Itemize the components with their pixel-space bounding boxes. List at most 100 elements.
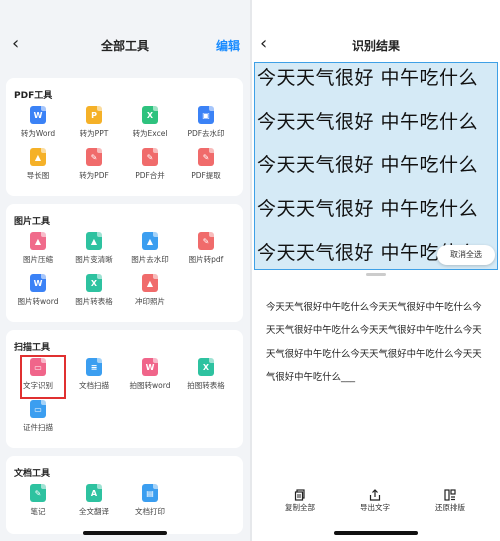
tool-doc-print[interactable]: ▤ 文档打印 [122, 484, 178, 517]
tool-label: 转为Excel [132, 129, 168, 138]
tool-word[interactable]: W 转为Word [10, 106, 66, 139]
tool-label: PDF去水印 [187, 129, 225, 138]
tool-label: 转为PPT [79, 129, 109, 138]
tool-label: 冲印照片 [135, 297, 165, 306]
tool-label: 全文翻译 [79, 507, 109, 516]
export-text-button[interactable]: 导出文字 [345, 486, 405, 513]
image-sharpen-icon: ▲ [86, 232, 102, 250]
tool-note[interactable]: ✎ 笔记 [10, 484, 66, 517]
tool-image-to-pdf[interactable]: ✎ 图片转pdf [178, 232, 234, 265]
translate-icon: A [86, 484, 102, 502]
doc-print-icon: ▤ [142, 484, 158, 502]
pdf-merge-icon: ✎ [142, 148, 158, 166]
tool-label: 图片压缩 [23, 255, 53, 264]
note-icon: ✎ [30, 484, 46, 502]
right-header: ‹ 识别结果 [252, 0, 500, 62]
tool-photo-to-table[interactable]: X 拍图转表格 [178, 358, 234, 391]
tool-label: 文档扫描 [79, 381, 109, 390]
tool-label: 图片转表格 [75, 297, 113, 306]
tool-image-to-table[interactable]: X 图片转表格 [66, 274, 122, 307]
tool-label: PDF合并 [135, 171, 165, 180]
section-doc-tools: 文档工具 ✎ 笔记 A 全文翻译 ▤ 文档打印 [6, 456, 243, 534]
tool-pdf[interactable]: ✎ 转为PDF [66, 148, 122, 181]
pdf-extract-icon: ✎ [198, 148, 214, 166]
ocr-line: 今天天气很好 中午吃什么 [257, 154, 479, 176]
doc-scan-icon: ≡ [86, 358, 102, 376]
tool-label: 证件扫描 [23, 423, 53, 432]
image-compress-icon: ▲ [30, 232, 46, 250]
tool-translate[interactable]: A 全文翻译 [66, 484, 122, 517]
word-icon: W [30, 106, 46, 124]
export-text-label: 导出文字 [360, 503, 390, 512]
tool-image-sharpen[interactable]: ▲ 图片变清晰 [66, 232, 122, 265]
section-image-tools: 图片工具 ▲ 图片压缩 ▲ 图片变清晰 ▲ 图片去水印 ✎ 图片转pdf W 图片转word X 图片… [6, 204, 243, 322]
photo-to-table-icon: X [198, 358, 214, 376]
scanned-image-preview[interactable]: 今天天气很好 中午吃什么 今天天气很好 中午吃什么 今天天气很好 中午吃什么 今… [254, 62, 498, 270]
tool-print-photo[interactable]: ▲ 冲印照片 [122, 274, 178, 307]
image-watermark-icon: ▲ [142, 232, 158, 250]
tool-watermark[interactable]: ▣ PDF去水印 [178, 106, 234, 139]
tool-label: 导长图 [26, 171, 50, 180]
ocr-line: 今天天气很好 中午吃什么 [257, 111, 479, 133]
tool-pdf-merge[interactable]: ✎ PDF合并 [122, 148, 178, 181]
copy-all-label: 复制全部 [285, 503, 315, 512]
pdf-icon: ✎ [86, 148, 102, 166]
copy-icon [294, 486, 306, 501]
watermark-icon: ▣ [198, 106, 214, 124]
recognized-text[interactable]: 今天天气很好中午吃什么今天天气很好中午吃什么今天天气很好中午吃什么今天天气很好中… [266, 296, 488, 389]
ppt-icon: P [86, 106, 102, 124]
text-recognition-highlight [20, 355, 66, 399]
restore-layout-label: 还原排版 [435, 503, 465, 512]
tool-label: 图片变清晰 [75, 255, 113, 264]
photo-to-word-icon: W [142, 358, 158, 376]
drag-handle[interactable] [366, 273, 386, 276]
ocr-line: 今天天气很好 中午吃什么 [257, 198, 479, 220]
section-title: 文档工具 [14, 469, 51, 479]
tool-label: 笔记 [30, 507, 46, 516]
all-tools-screen: ‹ 全部工具 编辑 PDF工具 W 转为Word P 转为PPT X 转为Excel ▣ PD… [0, 0, 250, 541]
section-pdf-tools: PDF工具 W 转为Word P 转为PPT X 转为Excel ▣ PDF去水印 ▲ 导长图 ✎ 转… [6, 78, 243, 196]
tool-excel[interactable]: X 转为Excel [122, 106, 178, 139]
tool-label: 图片转pdf [188, 255, 224, 264]
recognition-result-screen: ‹ 识别结果 今天天气很好 中午吃什么 今天天气很好 中午吃什么 今天天气很好 … [252, 0, 500, 541]
edit-button[interactable]: 编辑 [216, 37, 240, 54]
section-title: 图片工具 [14, 217, 51, 227]
tool-image-compress[interactable]: ▲ 图片压缩 [10, 232, 66, 265]
restore-layout-icon [444, 486, 456, 501]
tool-ppt[interactable]: P 转为PPT [66, 106, 122, 139]
tool-label: 拍图转word [129, 381, 171, 390]
tool-label: 转为PDF [79, 171, 109, 180]
copy-all-button[interactable]: 复制全部 [270, 486, 330, 513]
image-to-table-icon: X [86, 274, 102, 292]
home-indicator [83, 531, 167, 535]
tool-photo-to-word[interactable]: W 拍图转word [122, 358, 178, 391]
tool-pdf-extract[interactable]: ✎ PDF提取 [178, 148, 234, 181]
page-title: 识别结果 [351, 39, 400, 53]
cancel-select-all-button[interactable]: 取消全选 [437, 245, 495, 265]
restore-layout-button[interactable]: 还原排版 [420, 486, 480, 513]
tool-label: 文档打印 [135, 507, 165, 516]
tool-image-watermark[interactable]: ▲ 图片去水印 [122, 232, 178, 265]
excel-icon: X [142, 106, 158, 124]
tool-long-image[interactable]: ▲ 导长图 [10, 148, 66, 181]
tool-image-to-word[interactable]: W 图片转word [10, 274, 66, 307]
section-title: PDF工具 [14, 91, 53, 101]
tool-label: 图片去水印 [131, 255, 169, 264]
tool-label: PDF提取 [191, 171, 221, 180]
long-image-icon: ▲ [30, 148, 46, 166]
tool-label: 拍图转表格 [187, 381, 225, 390]
export-icon [369, 486, 381, 501]
tool-id-scan[interactable]: ▭ 证件扫描 [10, 400, 66, 433]
tool-label: 转为Word [20, 129, 56, 138]
section-title: 扫描工具 [14, 343, 51, 353]
home-indicator [334, 531, 418, 535]
page-title: 全部工具 [100, 39, 149, 53]
tool-label: 图片转word [17, 297, 59, 306]
image-to-word-icon: W [30, 274, 46, 292]
print-photo-icon: ▲ [142, 274, 158, 292]
left-header: ‹ 全部工具 编辑 [0, 0, 250, 62]
ocr-line: 今天天气很好 中午吃什么 [257, 67, 479, 89]
id-scan-icon: ▭ [30, 400, 46, 418]
image-to-pdf-icon: ✎ [198, 232, 214, 250]
tool-doc-scan[interactable]: ≡ 文档扫描 [66, 358, 122, 391]
